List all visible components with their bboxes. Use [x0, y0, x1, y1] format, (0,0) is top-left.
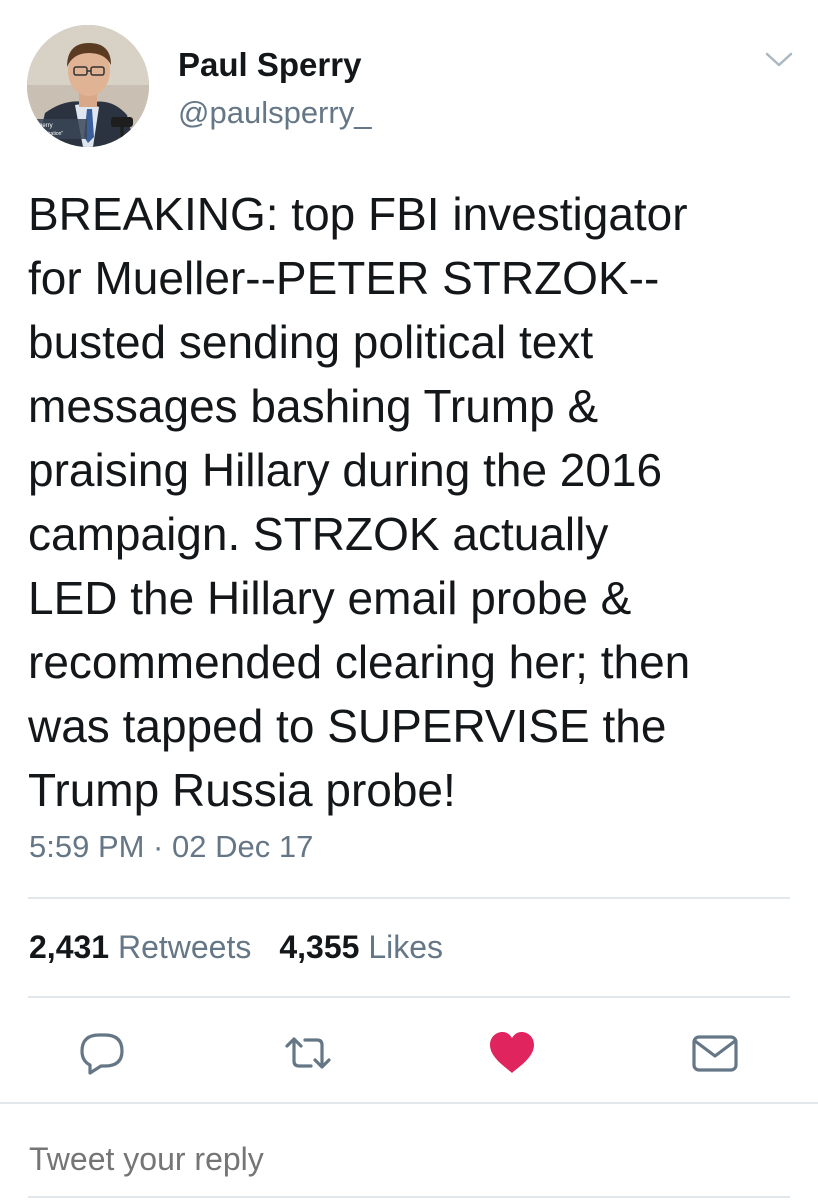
tweet-timestamp[interactable]: 5:59 PM · 02 Dec 17 — [29, 829, 313, 865]
chevron-down-icon[interactable] — [762, 44, 796, 74]
likes-stat[interactable]: 4,355 Likes — [279, 929, 443, 965]
retweet-icon — [285, 1037, 331, 1069]
avatar-caption-line2: or, "Infiltration" — [31, 131, 63, 137]
reply-button[interactable] — [77, 1030, 127, 1076]
likes-count: 4,355 — [279, 929, 360, 965]
direct-message-button[interactable] — [690, 1030, 740, 1076]
retweets-count: 2,431 — [29, 929, 110, 965]
avatar[interactable]: Sperry or, "Infiltration" — [27, 25, 149, 147]
like-button[interactable] — [487, 1030, 537, 1076]
likes-label: Likes — [368, 929, 444, 965]
tweet-stats: 2,431 Retweets 4,355 Likes — [29, 929, 443, 966]
avatar-caption-line1: Sperry — [35, 123, 53, 129]
author-name[interactable]: Paul Sperry — [178, 46, 361, 84]
divider — [28, 1196, 790, 1198]
reply-input[interactable] — [29, 1136, 789, 1182]
retweets-stat[interactable]: 2,431 Retweets — [29, 929, 251, 965]
author-handle[interactable]: @paulsperry_ — [178, 95, 371, 131]
retweets-label: Retweets — [117, 929, 252, 965]
divider — [0, 1102, 818, 1104]
retweet-button[interactable] — [283, 1030, 333, 1076]
reply-icon — [80, 1033, 124, 1075]
tweet-detail: Sperry or, "Infiltration" Paul Sperry @p… — [0, 0, 818, 1200]
heart-icon — [490, 1032, 534, 1073]
divider — [28, 897, 790, 899]
avatar-photo: Sperry or, "Infiltration" — [27, 25, 149, 147]
tweet-text: BREAKING: top FBI investigator for Muell… — [28, 188, 691, 816]
direct-message-icon — [692, 1035, 738, 1072]
divider — [28, 996, 790, 998]
